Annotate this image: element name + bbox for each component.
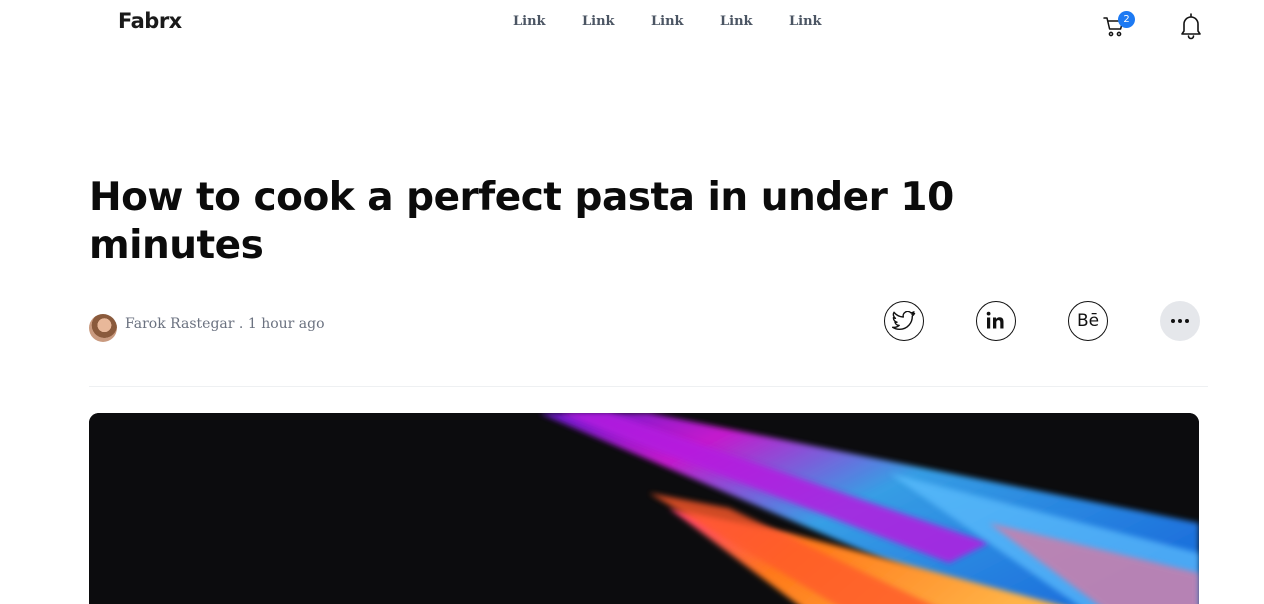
share-more-button[interactable] xyxy=(1160,301,1200,341)
meta-divider xyxy=(89,386,1208,387)
nav-link-1[interactable]: Link xyxy=(513,14,582,29)
site-logo[interactable]: Fabrx xyxy=(118,9,182,33)
author-name[interactable]: Farok Rastegar xyxy=(125,316,234,332)
bell-icon xyxy=(1181,13,1201,40)
more-icon xyxy=(1171,319,1189,323)
site-header: Fabrx Link Link Link Link Link 2 xyxy=(0,0,1264,48)
share-linkedin-button[interactable] xyxy=(976,301,1016,341)
share-behance-button[interactable]: Bē xyxy=(1068,301,1108,341)
behance-icon: Bē xyxy=(1076,311,1100,331)
abstract-light-streak xyxy=(89,413,1199,604)
share-twitter-button[interactable] xyxy=(884,301,924,341)
article-meta: Farok Rastegar . 1 hour ago xyxy=(125,316,325,332)
article-title: How to cook a perfect pasta in under 10 … xyxy=(89,175,954,268)
nav-link-4[interactable]: Link xyxy=(720,14,789,29)
meta-separator: . xyxy=(234,316,248,332)
notifications-button[interactable] xyxy=(1179,12,1203,40)
cart-count-badge: 2 xyxy=(1118,11,1135,28)
nav-link-2[interactable]: Link xyxy=(582,14,651,29)
main-nav: Link Link Link Link Link xyxy=(513,14,858,29)
nav-link-5[interactable]: Link xyxy=(789,14,858,29)
publish-time: 1 hour ago xyxy=(247,316,325,332)
hero-image xyxy=(89,413,1199,604)
linkedin-icon xyxy=(986,311,1004,329)
nav-link-3[interactable]: Link xyxy=(651,14,720,29)
twitter-icon xyxy=(892,311,916,331)
author-avatar[interactable] xyxy=(89,314,117,342)
